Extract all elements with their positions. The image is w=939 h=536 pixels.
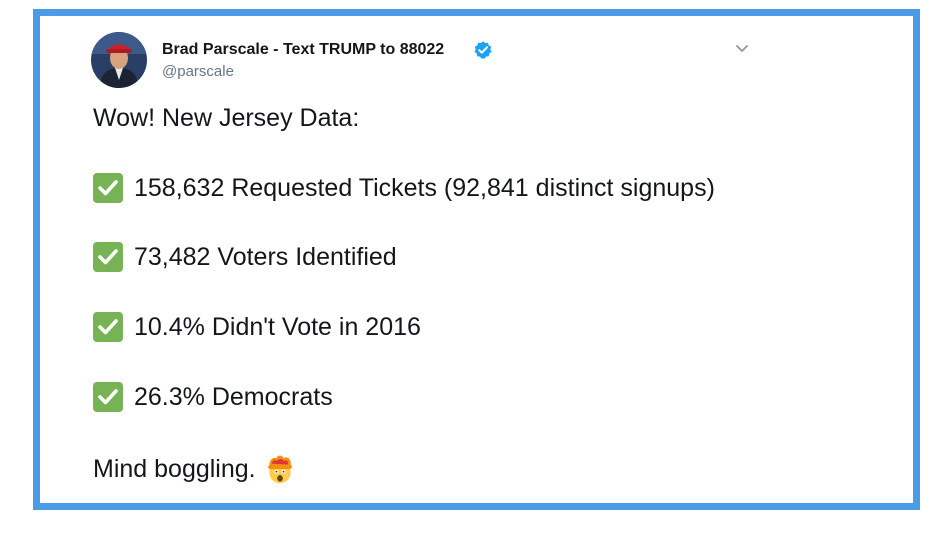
list-item: 26.3% Democrats xyxy=(93,382,333,412)
check-mark-button-icon xyxy=(93,242,123,272)
author-handle[interactable]: @parscale xyxy=(162,63,234,80)
chevron-down-icon[interactable] xyxy=(734,43,750,55)
tweet-closing-text: Mind boggling. xyxy=(93,454,256,483)
author-avatar[interactable] xyxy=(91,32,147,88)
list-item-text: 10.4% Didn't Vote in 2016 xyxy=(134,312,421,341)
check-mark-button-icon xyxy=(93,312,123,342)
check-mark-button-icon xyxy=(93,173,123,203)
tweet-intro-text: Wow! New Jersey Data: xyxy=(93,104,360,132)
author-display-name[interactable]: Brad Parscale - Text TRUMP to 88022 xyxy=(162,41,444,59)
check-mark-button-icon xyxy=(93,382,123,412)
list-item: 73,482 Voters Identified xyxy=(93,242,397,272)
exploding-head-icon xyxy=(267,455,292,484)
tweet-closing: Mind boggling. xyxy=(93,453,296,485)
list-item-text: 158,632 Requested Tickets (92,841 distin… xyxy=(134,173,715,202)
list-item: 10.4% Didn't Vote in 2016 xyxy=(93,312,421,342)
list-item-text: 73,482 Voters Identified xyxy=(134,242,397,271)
verified-badge-icon xyxy=(474,41,492,59)
list-item-text: 26.3% Democrats xyxy=(134,382,333,411)
tweet-intro: Wow! New Jersey Data: xyxy=(93,104,359,133)
list-item: 158,632 Requested Tickets (92,841 distin… xyxy=(93,173,715,203)
tweet-frame: Brad Parscale - Text TRUMP to 88022 @par… xyxy=(33,9,920,510)
profile-photo-icon xyxy=(91,32,147,88)
